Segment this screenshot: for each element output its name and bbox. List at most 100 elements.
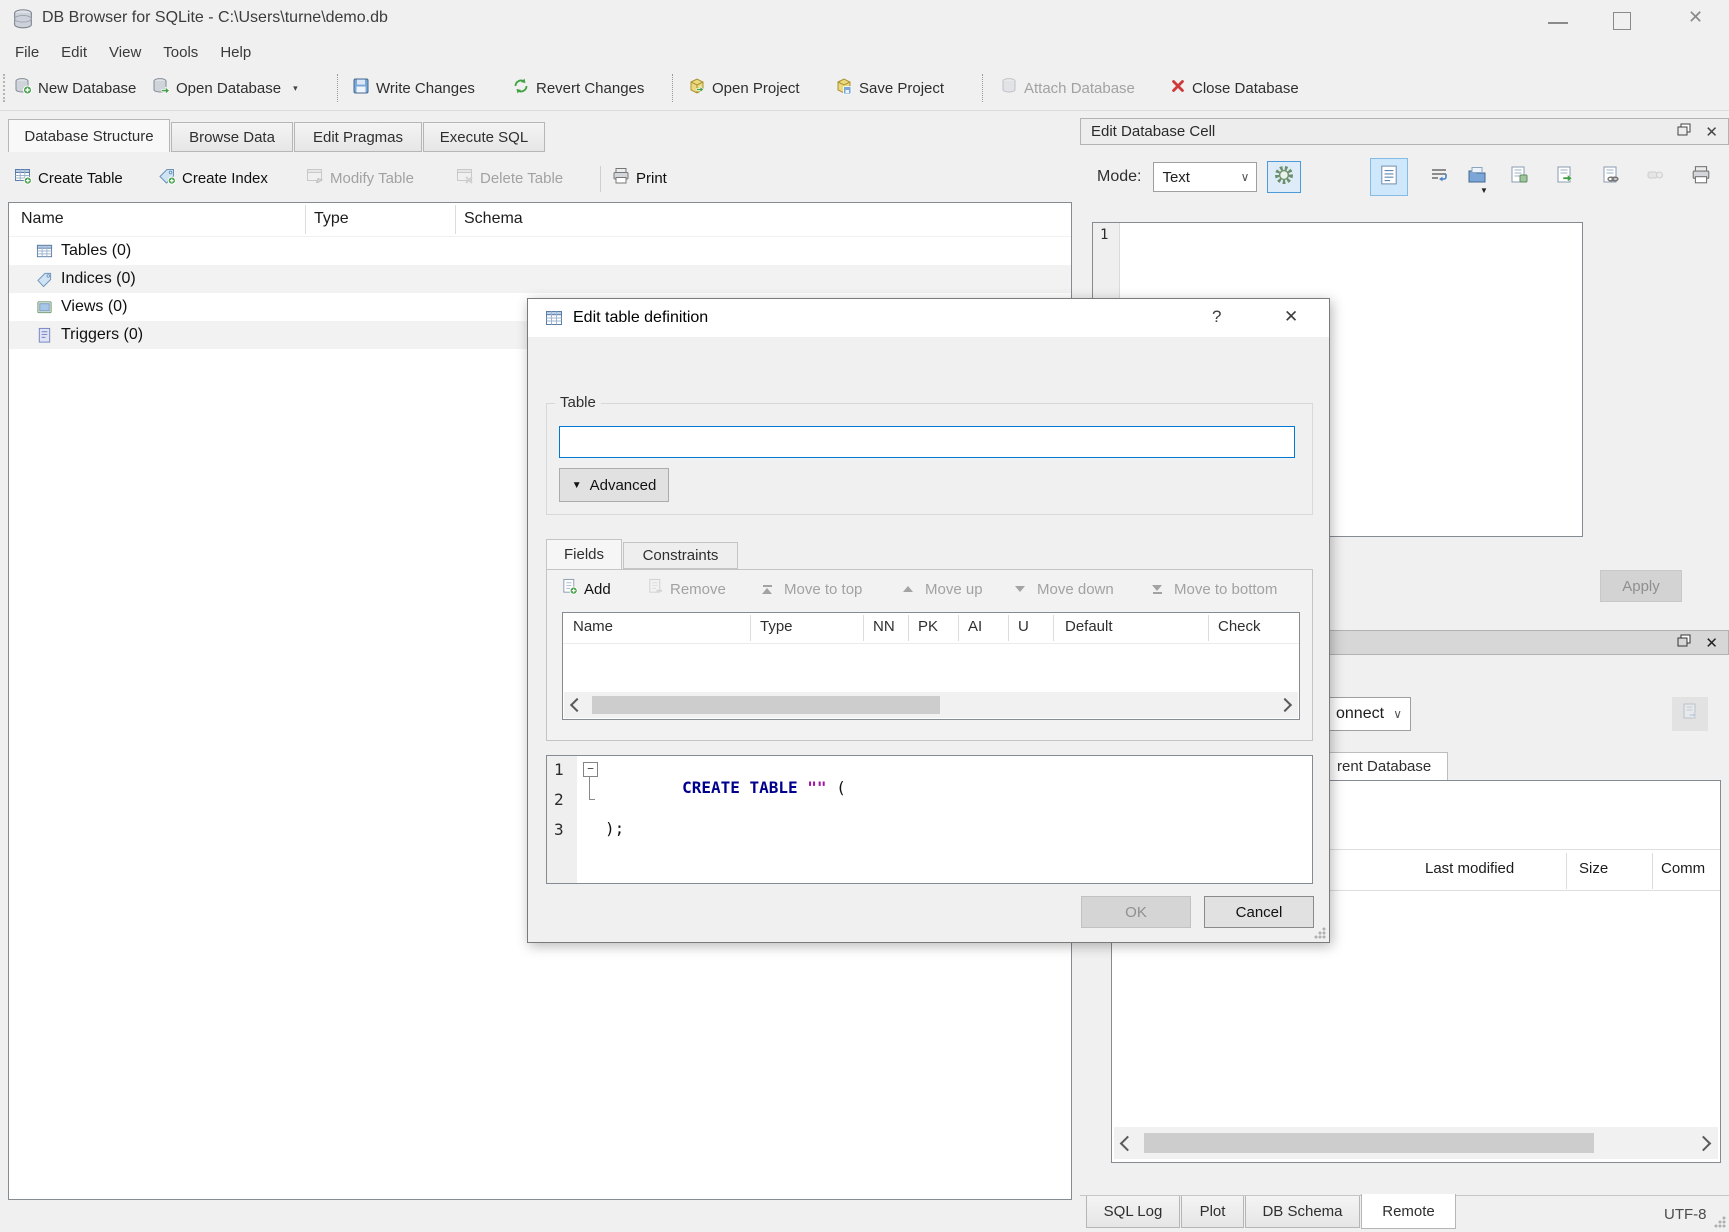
remote-col-commit[interactable]: Comm bbox=[1661, 860, 1705, 877]
tab-sql-log[interactable]: SQL Log bbox=[1086, 1196, 1180, 1228]
remote-col-last-modified[interactable]: Last modified bbox=[1425, 860, 1514, 877]
scroll-right-icon[interactable] bbox=[1690, 1127, 1716, 1159]
col-default[interactable]: Default bbox=[1065, 618, 1113, 635]
open-project-button[interactable]: Open Project bbox=[688, 72, 800, 104]
remote-hscrollbar[interactable] bbox=[1114, 1127, 1718, 1159]
document-link-icon bbox=[1601, 165, 1621, 190]
dialog-help-button[interactable]: ? bbox=[1212, 307, 1221, 327]
tree-row-tables[interactable]: Tables (0) bbox=[9, 237, 1071, 265]
print-button[interactable]: Print bbox=[612, 162, 667, 194]
open-database-icon bbox=[152, 77, 170, 100]
export-data-button[interactable] bbox=[1504, 162, 1534, 192]
write-changes-button[interactable]: Write Changes bbox=[352, 72, 475, 104]
col-type[interactable]: Type bbox=[760, 618, 793, 635]
remote-header-divider bbox=[1566, 853, 1567, 889]
open-database-label: Open Database bbox=[176, 80, 281, 97]
close-panel-icon[interactable]: ✕ bbox=[1705, 123, 1718, 141]
menu-view[interactable]: View bbox=[98, 44, 152, 61]
col-u[interactable]: U bbox=[1018, 618, 1029, 635]
auto-detect-mode-button[interactable] bbox=[1267, 161, 1301, 193]
float-panel-icon[interactable] bbox=[1677, 123, 1691, 140]
tab-execute-sql[interactable]: Execute SQL bbox=[423, 122, 545, 152]
tree-row-indices[interactable]: Indices (0) bbox=[9, 265, 1071, 293]
new-database-icon bbox=[14, 77, 32, 100]
window-resize-grip[interactable] bbox=[1714, 1216, 1726, 1228]
col-name[interactable]: Name bbox=[573, 618, 613, 635]
scroll-left-icon[interactable] bbox=[1114, 1127, 1140, 1159]
dialog-close-button[interactable]: ✕ bbox=[1284, 307, 1298, 327]
titlebar: DB Browser for SQLite - C:\Users\turne\d… bbox=[0, 0, 1729, 38]
menu-file[interactable]: File bbox=[4, 44, 50, 61]
scroll-left-icon[interactable] bbox=[564, 692, 590, 718]
cell-mode-row: Mode: Text ∨ bbox=[1097, 160, 1301, 194]
col-check[interactable]: Check bbox=[1218, 618, 1261, 635]
table-name-input[interactable] bbox=[559, 426, 1295, 458]
app-window: DB Browser for SQLite - C:\Users\turne\d… bbox=[0, 0, 1729, 1232]
edit-table-dialog: Edit table definition ? ✕ Table ▼ Advanc… bbox=[527, 298, 1330, 943]
dialog-tab-constraints[interactable]: Constraints bbox=[623, 542, 738, 569]
attach-database-icon bbox=[1000, 77, 1018, 100]
dialog-resize-grip[interactable] bbox=[1314, 927, 1326, 939]
scrollbar-thumb[interactable] bbox=[1144, 1133, 1594, 1153]
text-view-button[interactable] bbox=[1370, 158, 1408, 196]
col-ai[interactable]: AI bbox=[968, 618, 982, 635]
open-in-app-button[interactable] bbox=[1596, 162, 1626, 192]
menu-help[interactable]: Help bbox=[209, 44, 262, 61]
tab-plot[interactable]: Plot bbox=[1181, 1196, 1244, 1228]
create-table-button[interactable]: Create Table bbox=[14, 162, 123, 194]
print-cell-button[interactable] bbox=[1686, 162, 1716, 192]
add-field-button[interactable]: Add bbox=[561, 576, 611, 602]
apply-as-new-button[interactable] bbox=[1550, 162, 1580, 192]
tree-col-name[interactable]: Name bbox=[21, 210, 64, 228]
close-window-button[interactable]: ✕ bbox=[1688, 7, 1703, 28]
mode-select[interactable]: Text ∨ bbox=[1153, 162, 1257, 192]
col-pk[interactable]: PK bbox=[918, 618, 938, 635]
ok-button[interactable]: OK bbox=[1081, 896, 1191, 928]
tab-label: SQL Log bbox=[1104, 1203, 1163, 1220]
scrollbar-thumb[interactable] bbox=[592, 696, 940, 714]
set-null-button bbox=[1640, 162, 1670, 192]
menu-edit[interactable]: Edit bbox=[50, 44, 98, 61]
apply-button[interactable]: Apply bbox=[1600, 570, 1682, 602]
word-wrap-button[interactable] bbox=[1424, 162, 1454, 192]
tree-header-divider bbox=[305, 205, 306, 234]
open-database-dropdown-icon[interactable]: ▾ bbox=[293, 83, 298, 94]
tree-row-label: Tables (0) bbox=[61, 242, 131, 260]
open-database-button[interactable]: Open Database ▾ bbox=[152, 72, 298, 104]
advanced-button[interactable]: ▼ Advanced bbox=[559, 468, 669, 502]
caret-down-icon: ▼ bbox=[572, 480, 582, 491]
scroll-right-icon[interactable] bbox=[1272, 692, 1298, 718]
fields-hscrollbar[interactable] bbox=[564, 692, 1298, 718]
tree-col-schema[interactable]: Schema bbox=[464, 210, 523, 228]
new-database-label: New Database bbox=[38, 80, 136, 97]
code-fold-icon[interactable]: − bbox=[583, 762, 598, 777]
minimize-button[interactable] bbox=[1548, 22, 1568, 24]
revert-changes-button[interactable]: Revert Changes bbox=[512, 72, 644, 104]
col-nn[interactable]: NN bbox=[873, 618, 895, 635]
close-panel-icon[interactable]: ✕ bbox=[1705, 634, 1718, 652]
chevron-down-icon: ∨ bbox=[1234, 170, 1257, 184]
remote-col-size[interactable]: Size bbox=[1579, 860, 1608, 877]
float-panel-icon[interactable] bbox=[1677, 634, 1691, 651]
tab-database-structure[interactable]: Database Structure bbox=[8, 119, 170, 152]
structure-toolbar-separator bbox=[600, 166, 601, 192]
save-file-icon bbox=[1509, 165, 1529, 190]
new-database-button[interactable]: New Database bbox=[14, 72, 136, 104]
tab-browse-data[interactable]: Browse Data bbox=[171, 122, 293, 152]
close-database-button[interactable]: Close Database bbox=[1170, 72, 1299, 104]
null-icon bbox=[1645, 165, 1665, 190]
dialog-tab-fields[interactable]: Fields bbox=[546, 539, 622, 569]
tab-remote[interactable]: Remote bbox=[1361, 1194, 1456, 1229]
maximize-button[interactable] bbox=[1613, 12, 1631, 30]
create-index-button[interactable]: Create Index bbox=[158, 162, 268, 194]
move-to-bottom-icon bbox=[1152, 585, 1162, 594]
cancel-button[interactable]: Cancel bbox=[1204, 896, 1314, 928]
tab-edit-pragmas[interactable]: Edit Pragmas bbox=[294, 122, 422, 152]
import-data-button[interactable]: ▼ bbox=[1462, 162, 1492, 192]
sql-line-3: ); bbox=[605, 819, 624, 838]
menu-tools[interactable]: Tools bbox=[152, 44, 209, 61]
tree-col-type[interactable]: Type bbox=[314, 210, 349, 228]
tree-row-label: Triggers (0) bbox=[61, 326, 143, 344]
tab-db-schema[interactable]: DB Schema bbox=[1245, 1196, 1360, 1228]
save-project-button[interactable]: Save Project bbox=[835, 72, 944, 104]
